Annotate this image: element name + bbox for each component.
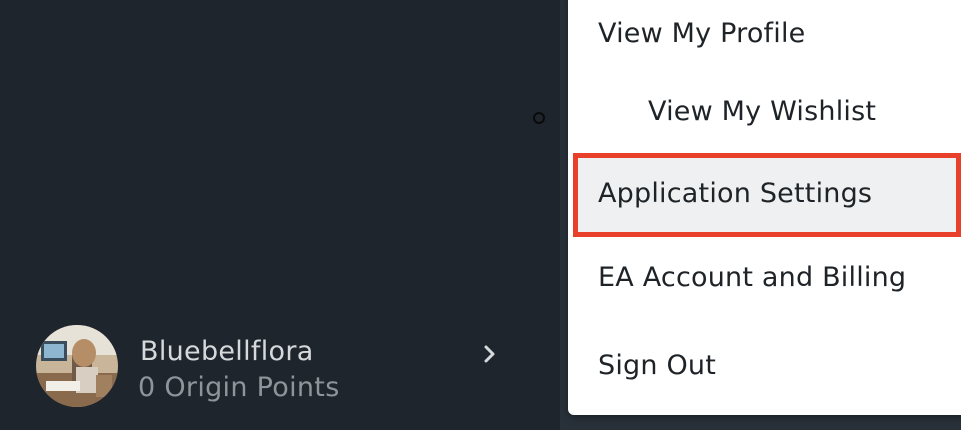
menu-item-label: View My Profile	[598, 18, 806, 49]
profile-username: Bluebellflora	[140, 336, 314, 367]
menu-item-view-wishlist[interactable]: View My Wishlist	[568, 96, 961, 140]
origin-points: 0 Origin Points	[138, 372, 340, 403]
avatar-photo-icon	[36, 325, 118, 407]
profile-dropdown-menu: View My Profile View My Wishlist Applica…	[568, 0, 961, 415]
origin-app-window: Bluebellflora 0 Origin Points View My Pr…	[0, 0, 961, 430]
menu-item-label: EA Account and Billing	[598, 262, 907, 293]
menu-item-application-settings[interactable]: Application Settings	[573, 153, 961, 237]
profile-card[interactable]: Bluebellflora 0 Origin Points	[36, 325, 506, 407]
chevron-right-icon[interactable]	[482, 344, 498, 364]
avatar[interactable]	[36, 325, 118, 407]
menu-item-label: View My Wishlist	[648, 96, 877, 127]
menu-item-account-billing[interactable]: EA Account and Billing	[568, 262, 961, 306]
mouse-cursor-icon	[533, 112, 545, 124]
menu-item-view-profile[interactable]: View My Profile	[568, 18, 961, 62]
menu-item-sign-out[interactable]: Sign Out	[568, 350, 961, 394]
menu-item-label: Application Settings	[598, 178, 873, 209]
menu-item-label: Sign Out	[598, 350, 717, 381]
